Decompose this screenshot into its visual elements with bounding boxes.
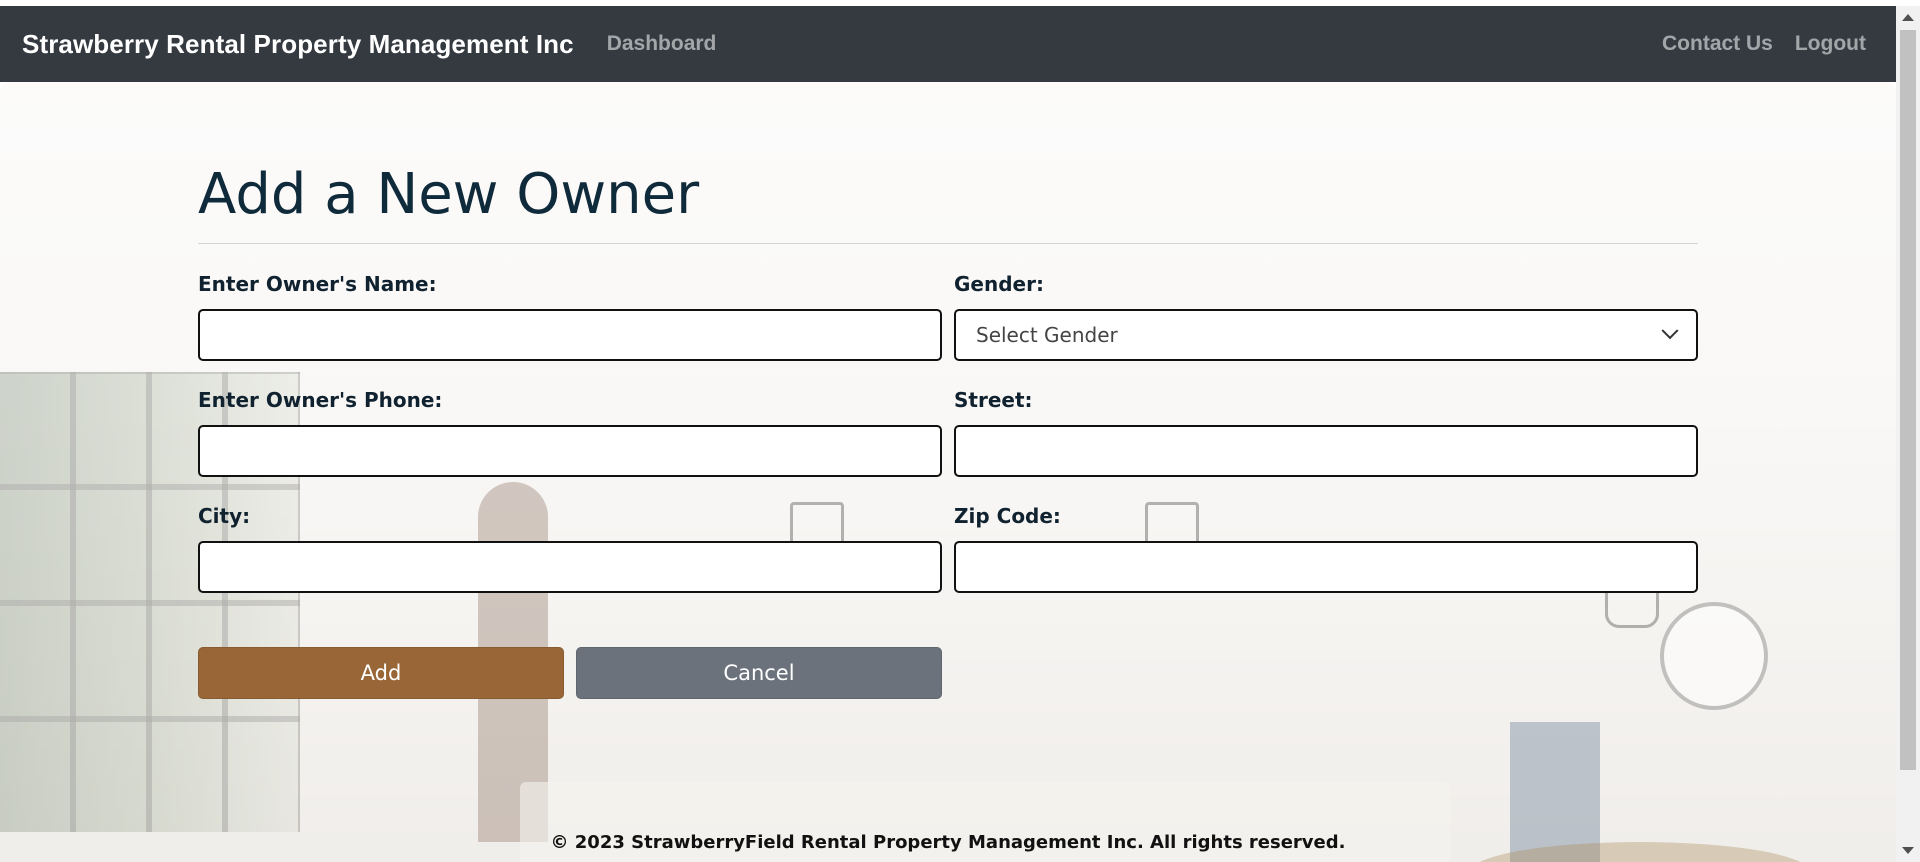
page-scrollbar[interactable] [1896,6,1920,862]
add-button[interactable]: Add [198,647,564,699]
gender-select[interactable]: Select Gender [954,309,1698,361]
street-label: Street: [954,388,1033,412]
scrollbar-thumb[interactable] [1900,30,1916,770]
street-input[interactable] [954,425,1698,477]
nav-link-logout[interactable]: Logout [1795,32,1866,56]
owner-name-label: Enter Owner's Name: [198,272,437,296]
nav-right-group: Contact Us Logout [1662,32,1874,56]
scroll-down-arrow-icon[interactable] [1902,847,1914,854]
background-wall-clock [1660,602,1768,710]
footer-copyright: © 2023 StrawberryField Rental Property M… [550,832,1346,853]
top-navbar: Strawberry Rental Property Management In… [0,6,1896,82]
gender-label: Gender: [954,272,1044,296]
scroll-up-arrow-icon[interactable] [1902,14,1914,21]
city-input[interactable] [198,541,942,593]
cancel-button[interactable]: Cancel [576,647,942,699]
city-label: City: [198,504,251,528]
zip-code-label: Zip Code: [954,504,1061,528]
nav-link-dashboard[interactable]: Dashboard [607,32,717,56]
nav-link-contact-us[interactable]: Contact Us [1662,32,1773,56]
owner-name-input[interactable] [198,309,942,361]
brand-title[interactable]: Strawberry Rental Property Management In… [22,29,574,60]
owner-phone-label: Enter Owner's Phone: [198,388,443,412]
title-divider [198,243,1698,244]
zip-code-input[interactable] [954,541,1698,593]
owner-phone-input[interactable] [198,425,942,477]
page-title: Add a New Owner [198,162,700,227]
gender-select-value: Select Gender [976,323,1118,347]
chevron-down-icon [1661,322,1679,340]
